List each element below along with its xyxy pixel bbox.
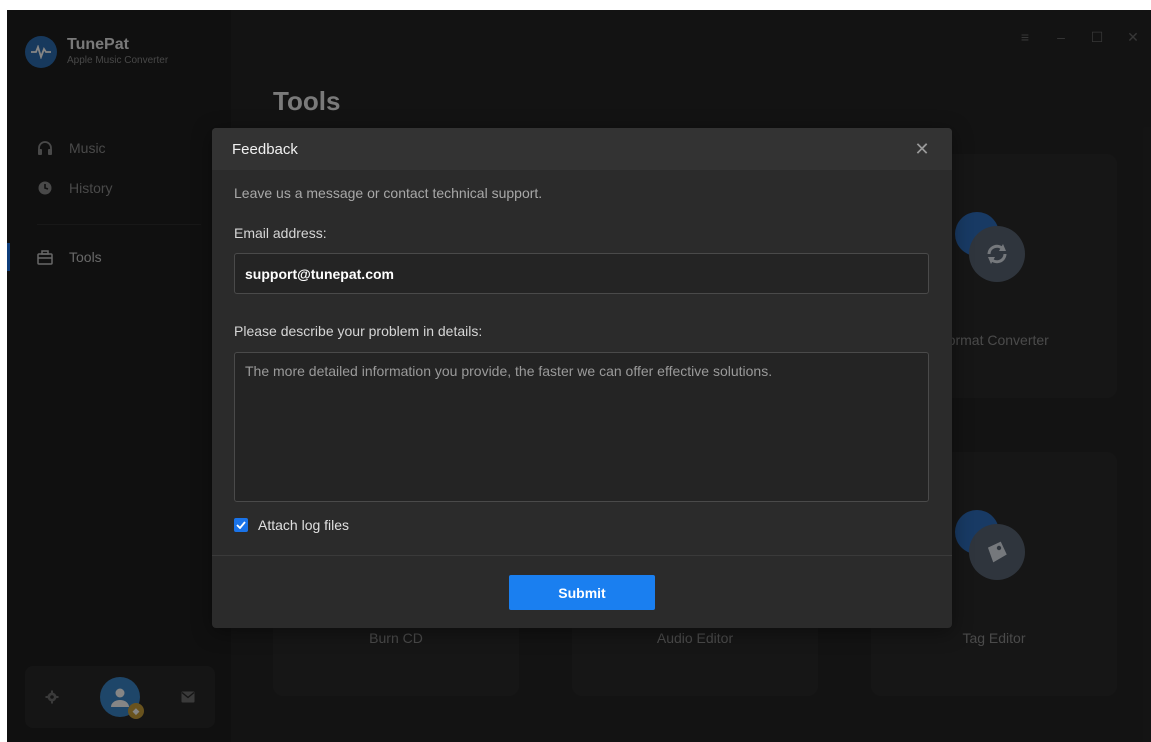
dialog-header: Feedback ✕ [212,128,952,170]
dialog-body: Leave us a message or contact technical … [212,170,952,533]
dialog-footer: Submit [212,555,952,628]
feedback-dialog: Feedback ✕ Leave us a message or contact… [212,128,952,628]
email-label: Email address: [234,225,327,241]
close-icon[interactable]: ✕ [912,139,932,159]
attach-log-row: Attach log files [234,517,930,533]
dialog-title: Feedback [232,140,298,158]
dialog-intro: Leave us a message or contact technical … [234,185,543,201]
email-field[interactable] [234,253,929,294]
problem-label: Please describe your problem in details: [234,323,483,339]
submit-button[interactable]: Submit [509,575,655,610]
problem-description-textarea[interactable] [234,352,929,502]
attach-log-label[interactable]: Attach log files [258,517,349,533]
attach-log-checkbox[interactable] [234,518,248,532]
app-window: TunePat Apple Music Converter Music Hist… [7,10,1151,742]
